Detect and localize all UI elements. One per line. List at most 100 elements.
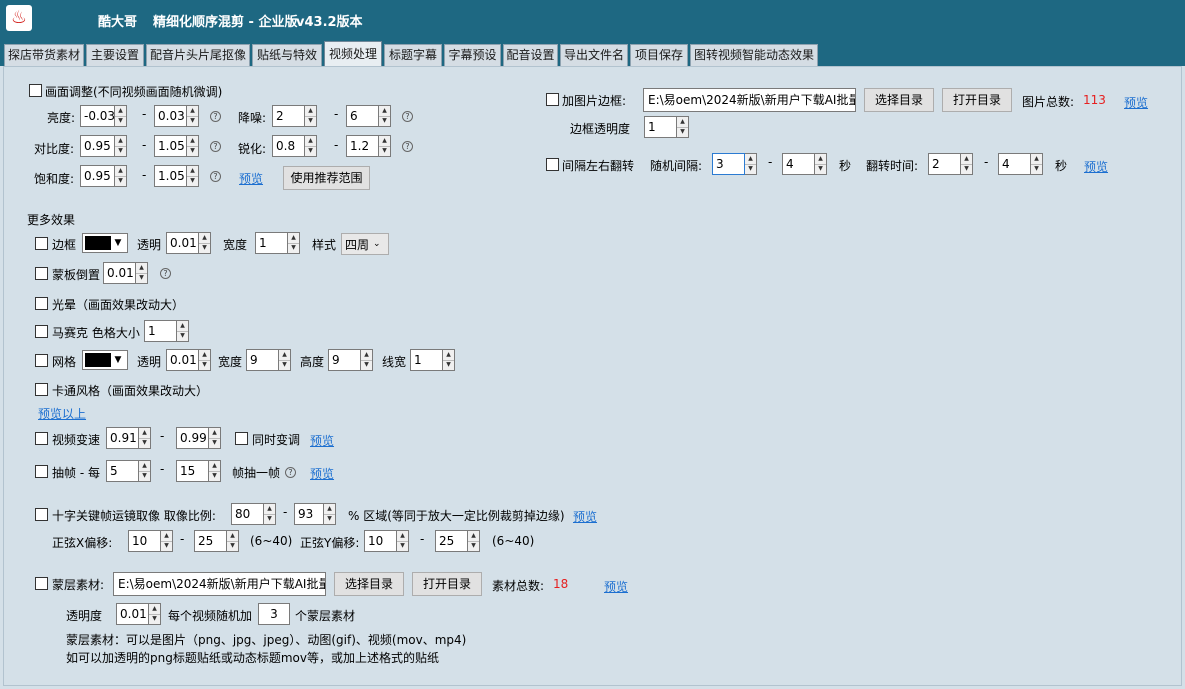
border-width-stepper[interactable]: 1 ▲ ▼ (255, 232, 300, 254)
grid-height-value[interactable]: 9 (328, 349, 361, 371)
siny-min-value[interactable]: 10 (364, 530, 397, 552)
grid-width-value[interactable]: 9 (246, 349, 279, 371)
brightness-min-value[interactable]: -0.03 (80, 105, 115, 127)
spin-up-icon[interactable]: ▲ (379, 106, 390, 117)
spin-up-icon[interactable]: ▲ (288, 233, 299, 244)
overlay-choose-button[interactable]: 选择目录 (334, 572, 404, 596)
tab-subtitle-preset[interactable]: 字幕预设 (444, 44, 501, 66)
siny-min-stepper[interactable]: 10 ▲ ▼ (364, 530, 409, 552)
spin-down-icon[interactable]: ▼ (187, 147, 198, 157)
speed-max-stepper[interactable]: 0.99 ▲ ▼ (176, 427, 221, 449)
tab-voice-intro-outro[interactable]: 配音片头片尾抠像 (146, 44, 250, 66)
border-color-picker[interactable]: ▼ (82, 233, 128, 253)
pitch-checkbox[interactable] (235, 432, 248, 445)
spin-down-icon[interactable]: ▼ (361, 361, 372, 371)
halo-checkbox[interactable] (35, 297, 48, 310)
grid-height-stepper[interactable]: 9 ▲ ▼ (328, 349, 373, 371)
spin-down-icon[interactable]: ▼ (161, 542, 172, 552)
image-border-checkbox[interactable] (546, 93, 559, 106)
mask-flip-stepper[interactable]: 0.01 ▲ ▼ (103, 262, 148, 284)
help-icon[interactable]: ? (210, 141, 221, 152)
spin-down-icon[interactable]: ▼ (115, 117, 126, 127)
tab-video-processing[interactable]: 视频处理 (324, 41, 382, 66)
contrast-max-value[interactable]: 1.05 (154, 135, 187, 157)
contrast-max-stepper[interactable]: 1.05 ▲ ▼ (154, 135, 199, 157)
image-border-path-input[interactable]: E:\易oem\2024新版\新用户下载AI批量 (643, 88, 856, 112)
spin-down-icon[interactable]: ▼ (139, 439, 150, 449)
grid-width-stepper[interactable]: 9 ▲ ▼ (246, 349, 291, 371)
adjust-checkbox[interactable] (29, 84, 42, 97)
tab-store-material[interactable]: 探店带货素材 (4, 44, 84, 66)
spin-down-icon[interactable]: ▼ (139, 472, 150, 482)
saturation-max-stepper[interactable]: 1.05 ▲ ▼ (154, 165, 199, 187)
saturation-min-stepper[interactable]: 0.95 ▲ ▼ (80, 165, 127, 187)
frame-max-value[interactable]: 15 (176, 460, 209, 482)
flip-time-max-stepper[interactable]: 4 ▲ ▼ (998, 153, 1043, 175)
cross-keyframe-checkbox[interactable] (35, 508, 48, 521)
grid-transparent-stepper[interactable]: 0.01 ▲ ▼ (166, 349, 211, 371)
adjust-preview-link[interactable]: 预览 (239, 170, 263, 187)
border-opacity-value[interactable]: 1 (644, 116, 677, 138)
spin-down-icon[interactable]: ▼ (115, 177, 126, 187)
spin-down-icon[interactable]: ▼ (288, 244, 299, 254)
spin-down-icon[interactable]: ▼ (209, 472, 220, 482)
sinx-min-stepper[interactable]: 10 ▲ ▼ (128, 530, 173, 552)
spin-down-icon[interactable]: ▼ (187, 177, 198, 187)
spin-up-icon[interactable]: ▲ (187, 106, 198, 117)
help-icon[interactable]: ? (402, 111, 413, 122)
spin-down-icon[interactable]: ▼ (443, 361, 454, 371)
sharpen-max-value[interactable]: 1.2 (346, 135, 379, 157)
spin-down-icon[interactable]: ▼ (115, 147, 126, 157)
spin-down-icon[interactable]: ▼ (324, 515, 335, 525)
overlay-path-input[interactable]: E:\易oem\2024新版\新用户下载AI批量 (113, 572, 326, 596)
spin-up-icon[interactable]: ▲ (209, 428, 220, 439)
spin-down-icon[interactable]: ▼ (279, 361, 290, 371)
flip-preview-link[interactable]: 预览 (1084, 158, 1108, 175)
interval-min-value[interactable]: 3 (712, 153, 745, 175)
border-opacity-stepper[interactable]: 1 ▲ ▼ (644, 116, 689, 138)
denoise-max-stepper[interactable]: 6 ▲ ▼ (346, 105, 391, 127)
border-checkbox[interactable] (35, 237, 48, 250)
spin-up-icon[interactable]: ▲ (443, 350, 454, 361)
spin-down-icon[interactable]: ▼ (264, 515, 275, 525)
tab-title-subtitle[interactable]: 标题字幕 (384, 44, 442, 66)
spin-up-icon[interactable]: ▲ (264, 504, 275, 515)
spin-down-icon[interactable]: ▼ (468, 542, 479, 552)
flip-checkbox[interactable] (546, 158, 559, 171)
overlay-opacity-value[interactable]: 0.01 (116, 603, 149, 625)
frame-preview-link[interactable]: 预览 (310, 465, 334, 482)
spin-up-icon[interactable]: ▲ (361, 350, 372, 361)
overlay-opacity-stepper[interactable]: 0.01 ▲ ▼ (116, 603, 161, 625)
sharpen-max-stepper[interactable]: 1.2 ▲ ▼ (346, 135, 391, 157)
spin-up-icon[interactable]: ▲ (815, 154, 826, 165)
interval-min-stepper[interactable]: 3 ▲ ▼ (712, 153, 757, 175)
spin-down-icon[interactable]: ▼ (149, 615, 160, 625)
spin-down-icon[interactable]: ▼ (379, 147, 390, 157)
denoise-min-value[interactable]: 2 (272, 105, 305, 127)
help-icon[interactable]: ? (210, 111, 221, 122)
brightness-min-stepper[interactable]: -0.03 ▲ ▼ (80, 105, 127, 127)
help-icon[interactable]: ? (402, 141, 413, 152)
tab-voice-settings[interactable]: 配音设置 (503, 44, 558, 66)
grid-transparent-value[interactable]: 0.01 (166, 349, 199, 371)
spin-up-icon[interactable]: ▲ (397, 531, 408, 542)
per-video-count-input[interactable]: 3 (258, 603, 290, 625)
spin-down-icon[interactable]: ▼ (209, 439, 220, 449)
spin-up-icon[interactable]: ▲ (1031, 154, 1042, 165)
crop-preview-link[interactable]: 预览 (573, 508, 597, 525)
spin-down-icon[interactable]: ▼ (305, 147, 316, 157)
image-border-choose-button[interactable]: 选择目录 (864, 88, 934, 112)
spin-up-icon[interactable]: ▲ (227, 531, 238, 542)
grid-line-width-value[interactable]: 1 (410, 349, 443, 371)
spin-down-icon[interactable]: ▼ (815, 165, 826, 175)
contrast-min-value[interactable]: 0.95 (80, 135, 115, 157)
spin-up-icon[interactable]: ▲ (199, 233, 210, 244)
cartoon-checkbox[interactable] (35, 383, 48, 396)
frame-min-stepper[interactable]: 5 ▲ ▼ (106, 460, 151, 482)
grid-line-width-stepper[interactable]: 1 ▲ ▼ (410, 349, 455, 371)
ratio-min-stepper[interactable]: 80 ▲ ▼ (231, 503, 276, 525)
use-recommended-button[interactable]: 使用推荐范围 (283, 166, 370, 190)
tab-project-save[interactable]: 项目保存 (630, 44, 688, 66)
spin-down-icon[interactable]: ▼ (199, 361, 210, 371)
spin-up-icon[interactable]: ▲ (187, 166, 198, 177)
